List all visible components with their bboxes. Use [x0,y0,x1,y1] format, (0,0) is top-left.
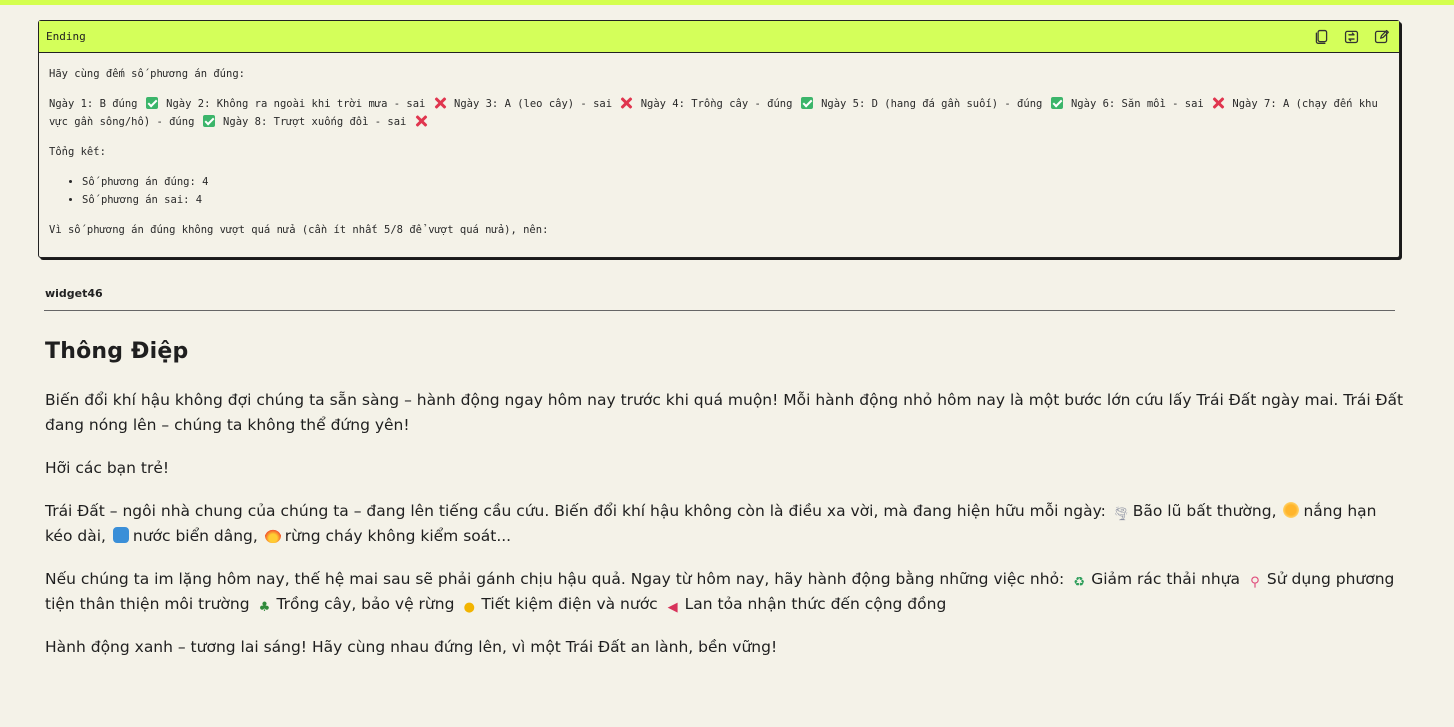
p3-item: rừng cháy không kiểm soát... [284,527,512,545]
summary-item-correct: Số phương án đúng: 4 [82,173,1389,191]
check-icon [202,115,215,127]
days-results-line: Ngày 1: B đúng Ngày 2: Không ra ngoài kh… [49,95,1389,131]
tornado-icon: 🌪 [1112,507,1130,522]
message-paragraph-1: Biến đổi khí hậu không đợi chúng ta sẵn … [45,391,1404,434]
bicycle-icon: ⚲ [1250,575,1260,590]
check-icon [145,97,158,109]
cross-icon [1212,97,1224,109]
summary-item-wrong: Số phương án sai: 4 [82,191,1389,209]
message-heading: Thông Điệp [45,339,189,364]
cross-icon [415,115,427,127]
fire-icon [264,527,281,543]
day-result-text: Ngày 3: A (leo cây) - sai [454,98,619,110]
divider [44,310,1395,311]
p3-item: nước biển dâng, [132,527,263,545]
cross-icon [434,97,446,109]
day-result-text: Ngày 1: B đúng [49,98,144,110]
sun-icon [1283,502,1300,518]
widget-label: widget46 [45,287,103,300]
day-result-text: Ngày 5: D (hang đá gần suối) - đúng [821,98,1049,110]
p4-item: Tiết kiệm điện và nước [481,595,663,613]
lightbulb-icon: ● [463,600,476,615]
tree-icon: ♣ [258,600,271,615]
summary-list: Số phương án đúng: 4 Số phương án sai: 4 [49,173,1389,209]
message-paragraph-2: Hỡi các bạn trẻ! [45,459,170,477]
recycle-icon: ♻ [1073,575,1086,590]
p3-intro: Trái Đất – ngôi nhà chung của chúng ta –… [45,502,1111,520]
wave-icon [112,527,129,543]
refresh-icon[interactable] [1341,27,1361,47]
p4-item: Giảm rác thải nhựa [1091,570,1245,588]
megaphone-icon: ◀ [667,600,678,615]
card-intro: Hãy cùng đếm số phương án đúng: [49,68,245,80]
message-section: Thông Điệp Biến đổi khí hậu không đợi ch… [45,336,1405,678]
p4-item: Lan tỏa nhận thức đến cộng đồng [684,595,947,613]
card-header: Ending [39,21,1399,53]
check-icon [1050,97,1063,109]
top-accent-stripe [0,0,1454,5]
conclusion-text: Vì số phương án đúng không vượt quá nửa … [49,224,549,236]
message-paragraph-3: Trái Đất – ngôi nhà chung của chúng ta –… [45,499,1405,549]
edit-icon[interactable] [1371,27,1391,47]
day-result-text: Ngày 4: Trồng cây - đúng [640,98,799,110]
message-paragraph-4: Nếu chúng ta im lặng hôm nay, thế hệ mai… [45,567,1405,617]
cross-icon [620,97,632,109]
ending-card: Ending Hãy cùng đếm số phương án đúng: N… [38,20,1400,258]
card-title: Ending [46,30,86,43]
p4-item: Trồng cây, bảo vệ rừng [276,595,460,613]
day-result-text: Ngày 2: Không ra ngoài khi trời mưa - sa… [166,98,432,110]
day-result-text: Ngày 6: Săn mồi - sai [1070,98,1211,110]
card-actions [1311,27,1391,47]
message-paragraph-5: Hành động xanh – tương lai sáng! Hãy cùn… [45,638,778,656]
summary-label: Tổng kết: [49,146,106,158]
p4-intro: Nếu chúng ta im lặng hôm nay, thế hệ mai… [45,570,1070,588]
day-result-text: Ngày 8: Trượt xuống đồi - sai [223,116,413,128]
p3-item: Bão lũ bất thường, [1132,502,1282,520]
copy-icon[interactable] [1311,27,1331,47]
check-icon [800,97,813,109]
card-body: Hãy cùng đếm số phương án đúng: Ngày 1: … [39,53,1399,239]
